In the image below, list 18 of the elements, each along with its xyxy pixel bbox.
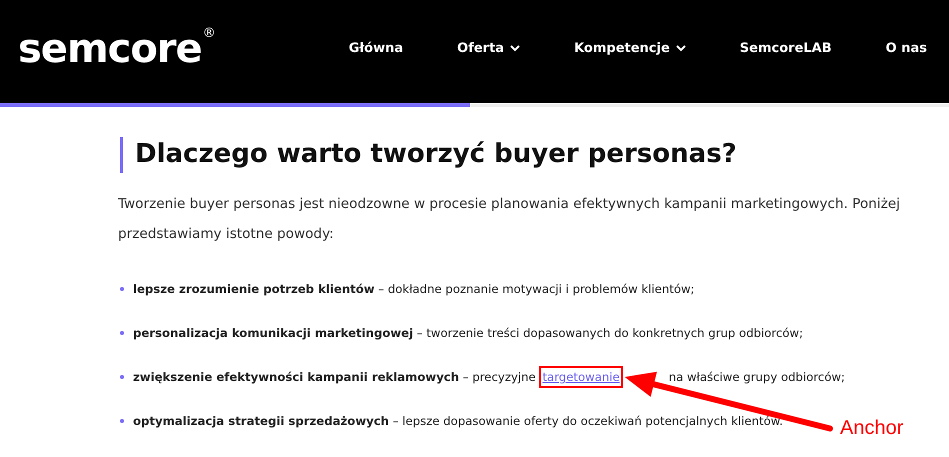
nav-link[interactable]: Oferta xyxy=(457,41,520,56)
bullet-icon xyxy=(120,331,124,335)
anchor-link[interactable]: targetowanie xyxy=(542,370,620,384)
nav-link[interactable]: SemcoreLAB xyxy=(740,41,832,56)
bullet-icon xyxy=(120,287,124,291)
nav-link[interactable]: Główna xyxy=(348,41,404,56)
intro-paragraph: Tworzenie buyer personas jest nieodzowne w procesie planowania efektywnych kampanii marketingowych. Poniżej przedstawiamy istotne powody: xyxy=(118,195,901,244)
bullet-text: zwiększenie efektywności kampanii reklamowych – precyzyjne targetowanie na właściwe grupy odbiorców; xyxy=(133,370,845,384)
bullet-icon xyxy=(120,375,124,379)
bullet-icon xyxy=(120,419,124,423)
bullet-text: lepsze zrozumienie potrzeb klientów – dokładne poznanie motywacji i problemów klientów; xyxy=(133,282,694,296)
nav-link[interactable]: O nas xyxy=(886,41,927,56)
bullet-text: personalizacja komunikacji marketingowej – tworzenie treści dopasowanych do konkretnych grup odbiorców; xyxy=(133,326,804,340)
bullet-text: optymalizacja strategii sprzedażowych – lepsze dopasowanie oferty do oczekiwań potencjalnych klientów. xyxy=(133,414,783,428)
article-heading: Dlaczego warto tworzyć buyer personas? xyxy=(120,137,949,173)
semcore-logo[interactable]: semcore$^{®}$ xyxy=(18,26,215,72)
nav-link[interactable]: Kompetencje xyxy=(574,41,686,56)
annotation-label: Anchor xyxy=(840,417,904,440)
